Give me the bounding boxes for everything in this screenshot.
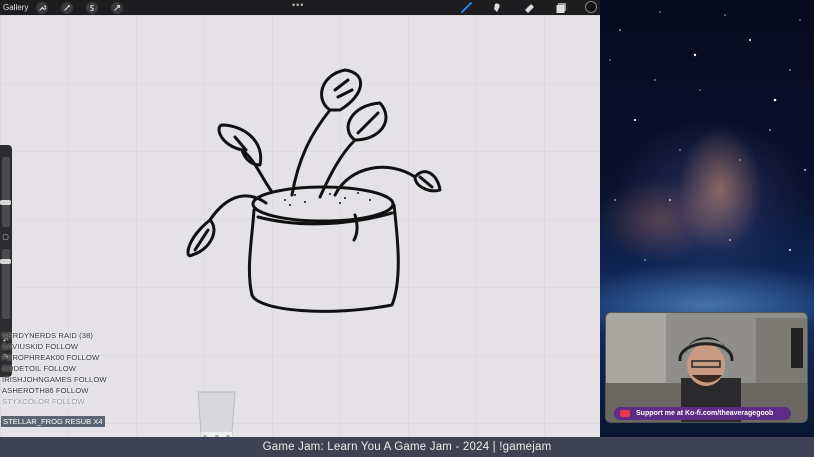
opacity-thumb[interactable] xyxy=(0,259,11,264)
kofi-text: Support me at Ko-fi.com/theaveragegoob xyxy=(636,410,774,417)
tip-jar-icon xyxy=(197,391,236,437)
alert-line-6: ASHEROTH86 FOLLOW xyxy=(2,386,89,395)
eraser-icon[interactable] xyxy=(523,1,536,14)
brush-size-slider[interactable] xyxy=(2,157,10,227)
plant-drawing xyxy=(186,68,442,313)
selection-icon[interactable] xyxy=(86,1,99,14)
alert-line-5: IRISHJOHNGAMES FOLLOW xyxy=(2,375,107,384)
top-toolbar: Gallery ••• xyxy=(0,0,600,15)
stream-title: Game Jam: Learn You A Game Jam - 2024 | … xyxy=(262,441,552,453)
stream-title-bar: Game Jam: Learn You A Game Jam - 2024 | … xyxy=(0,437,814,457)
smudge-icon[interactable] xyxy=(491,1,504,14)
alert-line-7: STYXCOLOR FOLLOW xyxy=(2,397,85,406)
alert-line-1: NERDYNERDS RAID (38) xyxy=(2,331,94,340)
brush-size-thumb[interactable] xyxy=(0,200,11,205)
alert-line-4: CODETOIL FOLLOW xyxy=(2,364,77,373)
procreate-app: Gallery ••• ▢ ↶ ↷ NERDYNERDS RAID (38) D… xyxy=(0,0,600,437)
gallery-button[interactable]: Gallery xyxy=(3,3,28,12)
color-picker-swatch[interactable] xyxy=(585,1,597,13)
wrench-icon[interactable] xyxy=(36,1,49,14)
brush-icon[interactable] xyxy=(460,1,473,14)
layers-icon[interactable] xyxy=(555,1,568,14)
alert-line-2: DAVIUSKID FOLLOW xyxy=(2,342,79,351)
latest-alert: STELLAR_FROG RESUB X4 xyxy=(1,416,105,427)
magic-wand-icon[interactable] xyxy=(61,1,74,14)
stream-alerts-list: NERDYNERDS RAID (38) DAVIUSKID FOLLOW PE… xyxy=(2,330,142,407)
modify-button[interactable]: ▢ xyxy=(1,233,10,242)
transform-icon[interactable] xyxy=(111,1,124,14)
kofi-cup-icon xyxy=(620,410,630,417)
more-menu-button[interactable]: ••• xyxy=(292,0,304,10)
kofi-banner[interactable]: Support me at Ko-fi.com/theaveragegoob xyxy=(614,407,791,420)
alert-line-3: PEROPHREAK00 FOLLOW xyxy=(2,353,100,362)
